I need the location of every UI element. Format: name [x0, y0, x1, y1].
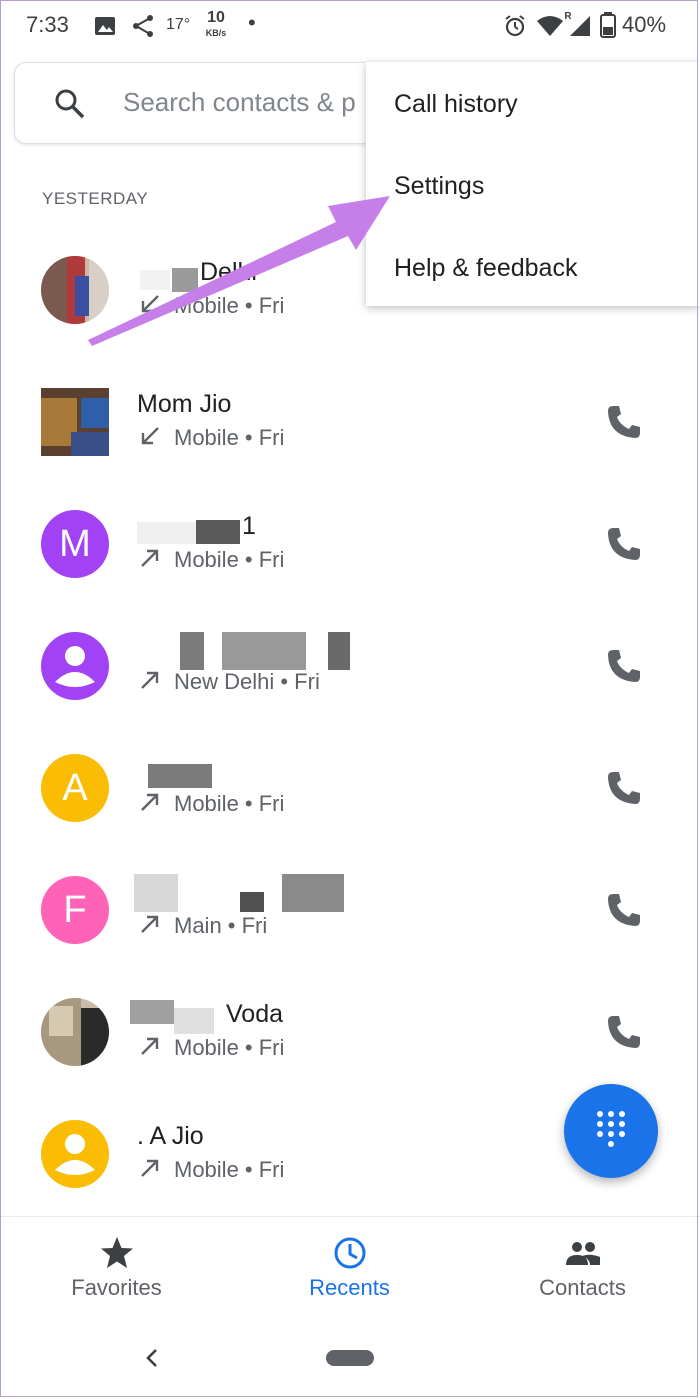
person-icon — [55, 1134, 95, 1175]
home-pill[interactable] — [326, 1350, 374, 1366]
call-detail: Main • Fri — [174, 913, 268, 938]
outgoing-call-icon — [141, 915, 159, 933]
outgoing-call-icon — [141, 549, 159, 567]
tab-label: Contacts — [539, 1275, 626, 1300]
call-detail: Mobile • Fri — [174, 1035, 285, 1060]
tab-label: Favorites — [71, 1275, 162, 1300]
phone-icon[interactable] — [605, 1013, 643, 1051]
redacted-name — [222, 632, 306, 670]
outgoing-call-icon — [141, 671, 159, 689]
phone-icon[interactable] — [605, 769, 643, 807]
redacted-name — [240, 892, 264, 912]
people-icon — [565, 1242, 600, 1265]
call-detail: New Delhi • Fri — [174, 669, 320, 694]
annotation-arrow — [88, 196, 390, 346]
contact-photo[interactable] — [41, 998, 109, 1066]
call-detail: Mobile • Fri — [174, 1157, 285, 1182]
call-detail: Mobile • Fri — [174, 547, 285, 572]
redacted-name — [130, 1000, 174, 1024]
contact-avatar[interactable] — [41, 1120, 109, 1188]
tab-recents[interactable]: Recents — [233, 1217, 466, 1337]
incoming-call-icon — [141, 427, 159, 445]
redacted-name — [148, 764, 212, 788]
tab-label: Recents — [309, 1275, 390, 1300]
person-icon — [55, 646, 95, 687]
contact-name: 1 — [242, 512, 256, 540]
bottom-navigation: Favorites Recents Contacts — [0, 1216, 700, 1337]
contact-avatar[interactable] — [41, 632, 109, 700]
call-detail: Mobile • Fri — [174, 791, 285, 816]
contact-name: Voda — [226, 1000, 284, 1028]
outgoing-call-icon — [141, 1037, 159, 1055]
redacted-name — [328, 632, 350, 670]
call-detail: Mobile • Fri — [174, 425, 285, 450]
dialpad-icon — [597, 1111, 625, 1147]
redacted-name — [196, 520, 240, 544]
outgoing-call-icon — [141, 1159, 159, 1177]
tab-contacts[interactable]: Contacts — [466, 1217, 699, 1337]
tab-favorites[interactable]: Favorites — [0, 1217, 233, 1337]
call-log-row[interactable]: F Main • Fri — [0, 854, 700, 976]
redacted-name — [134, 874, 178, 912]
contact-letter-avatar[interactable]: M — [41, 510, 109, 578]
contact-letter-avatar[interactable]: F — [41, 876, 109, 944]
redacted-name — [282, 874, 344, 912]
back-icon[interactable] — [142, 1346, 162, 1370]
phone-icon[interactable] — [605, 647, 643, 685]
star-icon — [100, 1237, 133, 1268]
phone-icon[interactable] — [605, 525, 643, 563]
redacted-name — [137, 522, 197, 544]
redacted-name — [174, 1008, 214, 1034]
outgoing-call-icon — [141, 793, 159, 811]
call-log-row[interactable]: M 1 Mobile • Fri — [0, 488, 700, 610]
call-log-row[interactable]: New Delhi • Fri — [0, 610, 700, 732]
redacted-name — [180, 632, 204, 670]
dialpad-button[interactable] — [564, 1084, 658, 1178]
contact-name: . A Jio — [137, 1122, 204, 1150]
phone-icon[interactable] — [605, 891, 643, 929]
call-log-row[interactable]: Voda Mobile • Fri — [0, 976, 700, 1098]
system-navigation — [0, 1336, 700, 1398]
clock-icon — [334, 1237, 365, 1269]
contact-letter-avatar[interactable]: A — [41, 754, 109, 822]
call-log-row[interactable]: A Mobile • Fri — [0, 732, 700, 854]
